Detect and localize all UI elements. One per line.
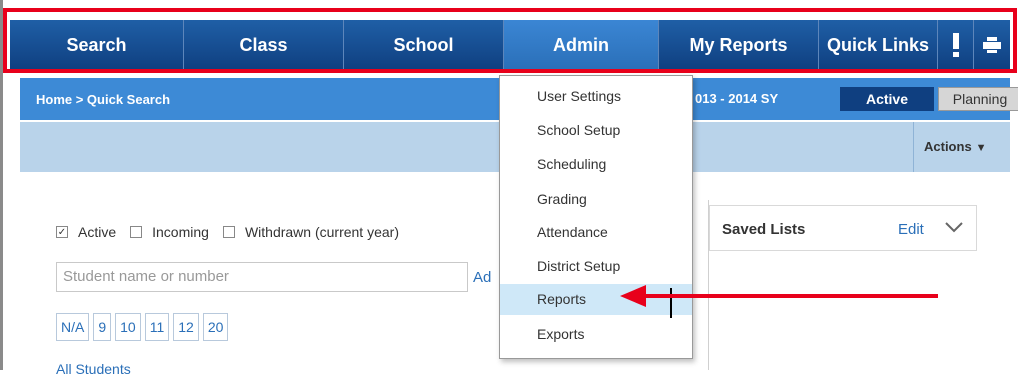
caret-down-icon: ▼ bbox=[975, 142, 987, 154]
menu-item-exports[interactable]: Exports bbox=[500, 319, 692, 350]
withdrawn-filter-label: Withdrawn (current year) bbox=[244, 224, 399, 240]
annotation-arrow-icon bbox=[620, 285, 938, 307]
planning-mode-button[interactable]: Planning bbox=[938, 87, 1018, 111]
menu-item-scheduling[interactable]: Scheduling bbox=[500, 149, 692, 180]
menu-item-grading[interactable]: Grading bbox=[500, 184, 692, 215]
school-year[interactable]: 013 - 2014 SY bbox=[695, 87, 840, 111]
withdrawn-checkbox[interactable] bbox=[222, 226, 235, 238]
breadcrumb[interactable]: Home > Quick Search bbox=[36, 92, 170, 107]
active-mode-button[interactable]: Active bbox=[840, 87, 934, 111]
grade-button[interactable]: N/A bbox=[56, 313, 90, 341]
incoming-filter-label: Incoming bbox=[152, 224, 209, 240]
saved-lists-edit-link[interactable]: Edit bbox=[898, 221, 924, 238]
student-search-input[interactable]: Student name or number bbox=[56, 262, 468, 292]
annotation-highlight-box bbox=[3, 8, 1017, 73]
grade-button[interactable]: 11 bbox=[144, 313, 170, 341]
chevron-down-icon[interactable] bbox=[944, 220, 964, 239]
grade-button[interactable]: 12 bbox=[173, 313, 199, 341]
grade-button[interactable]: 10 bbox=[115, 313, 141, 341]
advanced-search-link[interactable]: Ad bbox=[473, 269, 491, 286]
saved-lists-panel[interactable]: Saved Lists Edit bbox=[709, 205, 977, 251]
grade-button[interactable]: 9 bbox=[93, 313, 112, 341]
active-filter-label: Active bbox=[78, 224, 117, 240]
grade-filters: N/A 9 10 11 12 20 bbox=[56, 313, 232, 341]
menu-item-attendance[interactable]: Attendance bbox=[500, 217, 692, 248]
active-checkbox[interactable]: ✓ bbox=[56, 226, 68, 238]
menu-item-school-setup[interactable]: School Setup bbox=[500, 115, 692, 146]
menu-item-district-setup[interactable]: District Setup bbox=[500, 251, 692, 282]
actions-menu-button[interactable]: Actions ▼ bbox=[924, 139, 987, 154]
all-students-link[interactable]: All Students bbox=[56, 361, 131, 377]
status-filters: ✓ Active Incoming Withdrawn (current yea… bbox=[56, 224, 413, 240]
divider bbox=[913, 122, 914, 172]
grade-button[interactable]: 20 bbox=[202, 313, 229, 341]
admin-dropdown-menu: User Settings School Setup Scheduling Gr… bbox=[499, 75, 693, 359]
incoming-checkbox[interactable] bbox=[130, 226, 143, 238]
saved-lists-title: Saved Lists bbox=[722, 221, 806, 238]
actions-label: Actions bbox=[924, 139, 972, 154]
menu-item-user-settings[interactable]: User Settings bbox=[500, 81, 692, 112]
